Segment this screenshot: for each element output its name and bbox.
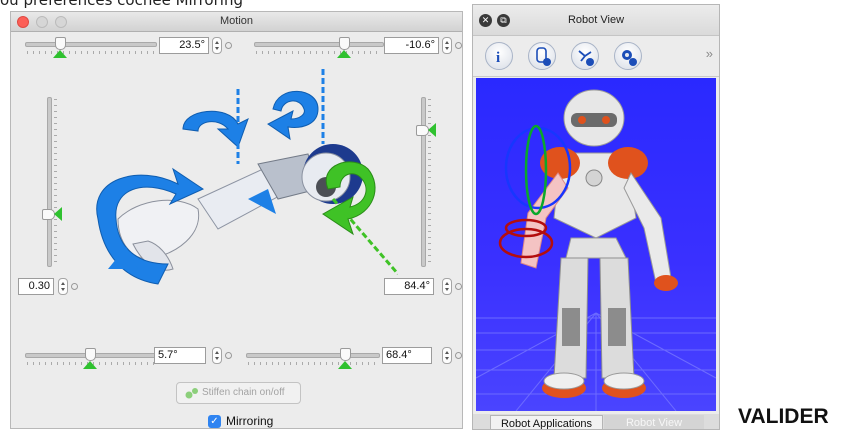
top-right-slider-indicator (337, 50, 351, 58)
bottom-left-slider-indicator (83, 361, 97, 369)
robot-state-icon[interactable] (528, 42, 556, 70)
bottom-right-slider-indicator (338, 361, 352, 369)
mirroring-label: Mirroring (226, 414, 274, 428)
robot-view-toolbar: i » (473, 36, 719, 77)
right-stepper[interactable] (442, 278, 452, 295)
top-right-slider[interactable] (254, 34, 384, 58)
top-right-stepper[interactable] (442, 37, 452, 54)
svg-text:i: i (496, 50, 500, 66)
bottom-left-value-field[interactable]: 5.7° (154, 347, 206, 364)
stiffen-chain-button[interactable]: Stiffen chain on/off (176, 382, 301, 404)
stiffen-chain-label: Stiffen chain on/off (202, 387, 285, 398)
robot-view-tab-bar: Robot Applications Robot View (473, 414, 719, 429)
settings-disable-icon[interactable] (614, 42, 642, 70)
right-reset-icon[interactable] (455, 283, 462, 290)
robot-view-titlebar: ✕ ⧉ Robot View (473, 5, 719, 36)
top-left-slider-indicator (53, 50, 67, 58)
bottom-left-reset-icon[interactable] (225, 352, 232, 359)
bottom-right-slider[interactable] (246, 345, 380, 369)
motion-window: Motion 23.5° -10.6° 0.30 84.4° 5.7° 68.4… (10, 11, 463, 429)
mirroring-checkbox[interactable]: ✓ (208, 415, 221, 428)
valider-label: VALIDER (738, 405, 829, 428)
motion-window-title: Motion (219, 15, 254, 27)
tab-robot-view[interactable]: Robot View (604, 415, 704, 429)
top-right-slider-knob[interactable] (339, 37, 350, 50)
top-left-reset-icon[interactable] (225, 42, 232, 49)
gears-icon (185, 388, 198, 399)
top-left-value-field[interactable]: 23.5° (159, 37, 209, 54)
floor-grid (476, 312, 716, 411)
left-vertical-slider[interactable] (38, 97, 62, 267)
bottom-left-slider-knob[interactable] (85, 348, 96, 361)
bottom-left-slider[interactable] (25, 345, 157, 369)
nao-robot (520, 89, 678, 398)
top-left-stepper[interactable] (212, 37, 222, 54)
top-right-value-field[interactable]: -10.6° (384, 37, 439, 54)
left-reset-icon[interactable] (71, 283, 78, 290)
bottom-left-stepper[interactable] (212, 347, 222, 364)
bottom-right-reset-icon[interactable] (455, 352, 462, 359)
motion-titlebar: Motion (11, 12, 462, 32)
robot-3d-viewport[interactable] (476, 78, 716, 411)
left-value-field[interactable]: 0.30 (18, 278, 54, 295)
left-stepper[interactable] (58, 278, 68, 295)
bottom-right-stepper[interactable] (442, 347, 452, 364)
arm-3d-view[interactable] (78, 69, 398, 309)
top-left-slider[interactable] (25, 34, 157, 58)
robot-view-title: Robot View (567, 14, 625, 26)
right-slider-indicator (428, 123, 436, 137)
top-left-slider-knob[interactable] (55, 37, 66, 50)
bottom-right-slider-knob[interactable] (340, 348, 351, 361)
left-slider-indicator (54, 207, 62, 221)
joint-disable-icon[interactable] (571, 42, 599, 70)
info-icon[interactable]: i (485, 42, 513, 70)
tab-robot-applications[interactable]: Robot Applications (490, 415, 603, 429)
bottom-right-value-field[interactable]: 68.4° (382, 347, 432, 364)
shoulder-pitch-arrow (267, 90, 319, 141)
right-vertical-slider[interactable] (412, 97, 436, 267)
robot-view-window: ✕ ⧉ Robot View i » Robot Applications Ro… (472, 4, 720, 430)
top-right-reset-icon[interactable] (455, 42, 462, 49)
toolbar-overflow-icon[interactable]: » (706, 46, 713, 61)
